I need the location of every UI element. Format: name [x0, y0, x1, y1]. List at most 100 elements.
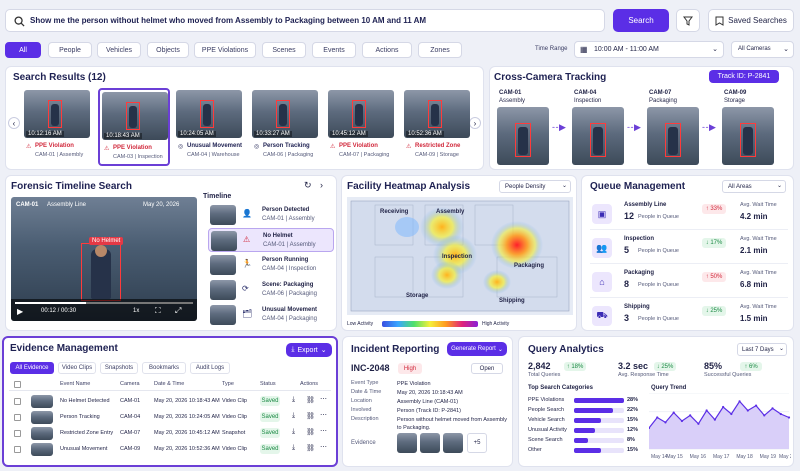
tracking-step[interactable]: CAM-09 Storage [722, 90, 774, 166]
camera-select[interactable]: All Cameras ⌄ [731, 41, 794, 58]
export-button[interactable]: ⤓ Export ⌄ [286, 343, 332, 357]
person-figure [668, 127, 678, 155]
queue-row[interactable]: ▣ Assembly Line 12 People in Queue ↑ 33% Avg.… [590, 200, 788, 230]
timeline-item[interactable]: 👤 Person Detected CAM-01 | Assembly [208, 203, 334, 227]
evidence-tab[interactable]: Video Clips [58, 362, 96, 374]
queue-row[interactable]: 👥 Inspection 5 People in Queue ↓ 17% Avg. Wai… [590, 234, 788, 264]
incident-thumb-2[interactable] [420, 433, 440, 453]
speed-control[interactable]: 1x [133, 308, 139, 314]
heatmap-high-label: High Activity [482, 321, 510, 327]
search-button[interactable]: Search [613, 9, 669, 32]
timeline-item[interactable]: ⟳ Scene: Packaging CAM-06 | Packaging [208, 278, 334, 302]
timeline-item[interactable]: 🏃 Person Running CAM-04 | Inspection [208, 253, 334, 277]
tracking-step[interactable]: CAM-07 Packaging [647, 90, 699, 166]
row-checkbox[interactable] [14, 430, 21, 437]
evidence-tab[interactable]: Audit Logs [190, 362, 230, 374]
person-figure [518, 127, 528, 155]
result-card[interactable]: 10:24:05 AM ◎ Unusual Movement CAM-04 | War… [174, 88, 246, 166]
table-row[interactable]: Unusual Movement CAM-09 May 20, 2026 10:52… [9, 442, 331, 457]
result-camera: CAM-07 | Packaging [339, 152, 390, 158]
result-card[interactable]: 10:52:36 AM ⚠ Restricted Zone CAM-09 | Stor… [402, 88, 474, 166]
trend-point [672, 411, 675, 414]
queue-filter-select[interactable]: All Areas ⌄ [722, 180, 786, 193]
play-icon[interactable]: ▶ [17, 307, 23, 316]
incident-thumb-3[interactable] [443, 433, 463, 453]
table-row[interactable]: Person Tracking CAM-04 May 20, 2026 10:24:… [9, 410, 331, 425]
tracking-step[interactable]: CAM-04 Inspection [572, 90, 624, 166]
filter-chip-people[interactable]: People [48, 42, 92, 58]
filter-chip-all[interactable]: All [5, 42, 41, 58]
analytics-range-select[interactable]: Last 7 Days ⌄ [737, 343, 787, 356]
filter-chip-zones[interactable]: Zones [418, 42, 462, 58]
link-icon[interactable]: ⛓ [306, 428, 315, 436]
incident-thumb-1[interactable] [397, 433, 417, 453]
download-icon[interactable]: ⤓ [292, 428, 295, 436]
link-icon[interactable]: ⛓ [306, 412, 315, 420]
evidence-tab[interactable]: Snapshots [100, 362, 138, 374]
timeline-event: Unusual Movement [262, 307, 318, 313]
heatmap-legend-bar [382, 321, 478, 327]
chevron-down-icon: ⌄ [320, 347, 327, 354]
video-progress[interactable] [15, 302, 193, 304]
filter-chip-objects[interactable]: Objects [147, 42, 189, 58]
result-card[interactable]: 10:12:16 AM ⚠ PPE Violation CAM-01 | Assemb… [22, 88, 94, 166]
timeline-item[interactable]: ⚠ No Helmet CAM-01 | Assembly [208, 228, 334, 252]
filter-chip-ppe[interactable]: PPE Violations [194, 42, 256, 58]
fullscreen-icon[interactable]: ⛶ [155, 306, 161, 316]
incident-evidence-label: Evidence [351, 440, 376, 446]
table-row[interactable]: No Helmet Detected CAM-01 May 20, 2026 10:… [9, 394, 331, 409]
timeline-thumbnail [211, 231, 237, 251]
row-checkbox[interactable] [14, 414, 21, 421]
chevron-down-icon: ⌄ [497, 346, 503, 353]
download-icon[interactable]: ⤓ [292, 412, 295, 420]
evidence-tab[interactable]: All Evidence [10, 362, 54, 374]
filter-chip-vehicles[interactable]: Vehicles [97, 42, 141, 58]
analytics-panel: Query Analytics Last 7 Days ⌄ 2,842 Total… [518, 336, 794, 467]
evidence-datetime: May 20, 2026 10:52:36 AM [154, 446, 220, 452]
download-icon[interactable]: ⤓ [292, 444, 295, 452]
result-card[interactable]: 10:18:43 AM ⚠ PPE Violation CAM-03 | Inspec… [98, 88, 170, 166]
time-range-select[interactable]: ▦ 10:00 AM - 11:00 AM ⌄ [574, 41, 724, 58]
kpi-label: Total Queries [528, 372, 561, 378]
track-id-badge[interactable]: Track ID: P-2841 [709, 70, 779, 83]
link-icon[interactable]: ⛓ [306, 396, 315, 404]
result-card[interactable]: 10:33:27 AM ◎ Person Tracking CAM-06 | Pack… [250, 88, 322, 166]
saved-searches-label: Saved Searches [728, 16, 787, 25]
chevron-right-icon[interactable]: › [320, 180, 323, 190]
incident-field-key: Description [351, 416, 379, 422]
search-bar[interactable]: Show me the person without helmet who mo… [5, 9, 605, 32]
row-checkbox[interactable] [14, 398, 21, 405]
tracking-step[interactable]: CAM-01 Assembly [497, 90, 549, 166]
person-figure [129, 106, 137, 128]
scroll-left-button[interactable]: ‹ [8, 117, 20, 129]
filter-chip-actions[interactable]: Actions [362, 42, 412, 58]
filter-button[interactable] [676, 9, 700, 32]
incident-state[interactable]: Open [471, 363, 503, 374]
filter-chip-scenes[interactable]: Scenes [262, 42, 306, 58]
video-player[interactable]: CAM-01 Assembly Line May 20, 2026 No Hel… [11, 197, 197, 321]
result-card[interactable]: 10:45:12 AM ⚠ PPE Violation CAM-07 | Packag… [326, 88, 398, 166]
more-icon[interactable]: ⋯ [320, 443, 327, 451]
more-icon[interactable]: ⋯ [320, 427, 327, 435]
filter-chip-events[interactable]: Events [312, 42, 356, 58]
row-checkbox[interactable] [14, 446, 21, 453]
heatmap-mode-select[interactable]: People Density ⌄ [499, 180, 571, 193]
generate-report-button[interactable]: Generate Report ⌄ [447, 342, 507, 356]
queue-row[interactable]: ⌂ Packaging 8 People in Queue ↑ 50% Avg. Wait… [590, 268, 788, 298]
saved-searches-button[interactable]: Saved Searches [708, 9, 794, 32]
evidence-tab[interactable]: Bookmarks [142, 362, 186, 374]
table-row[interactable]: Restricted Zone Entry CAM-07 May 20, 2026 … [9, 426, 331, 441]
select-all-checkbox[interactable] [14, 381, 21, 388]
refresh-icon[interactable]: ↻ [304, 180, 312, 191]
timeline-item[interactable]: 🗂 Unusual Movement CAM-04 | Packaging [208, 303, 334, 327]
result-time: 10:45:12 AM [330, 131, 368, 137]
more-icon[interactable]: ⋯ [320, 411, 327, 419]
incident-more[interactable]: +5 [467, 433, 487, 453]
expand-icon[interactable]: ⤢ [175, 306, 181, 316]
queue-row[interactable]: ⛟ Shipping 3 People in Queue ↓ 25% Avg. Wait … [590, 302, 788, 330]
more-icon[interactable]: ⋯ [320, 395, 327, 403]
category-bar [574, 418, 601, 423]
link-icon[interactable]: ⛓ [306, 444, 315, 452]
camera-select-value: All Cameras [738, 46, 771, 52]
download-icon[interactable]: ⤓ [292, 396, 295, 404]
